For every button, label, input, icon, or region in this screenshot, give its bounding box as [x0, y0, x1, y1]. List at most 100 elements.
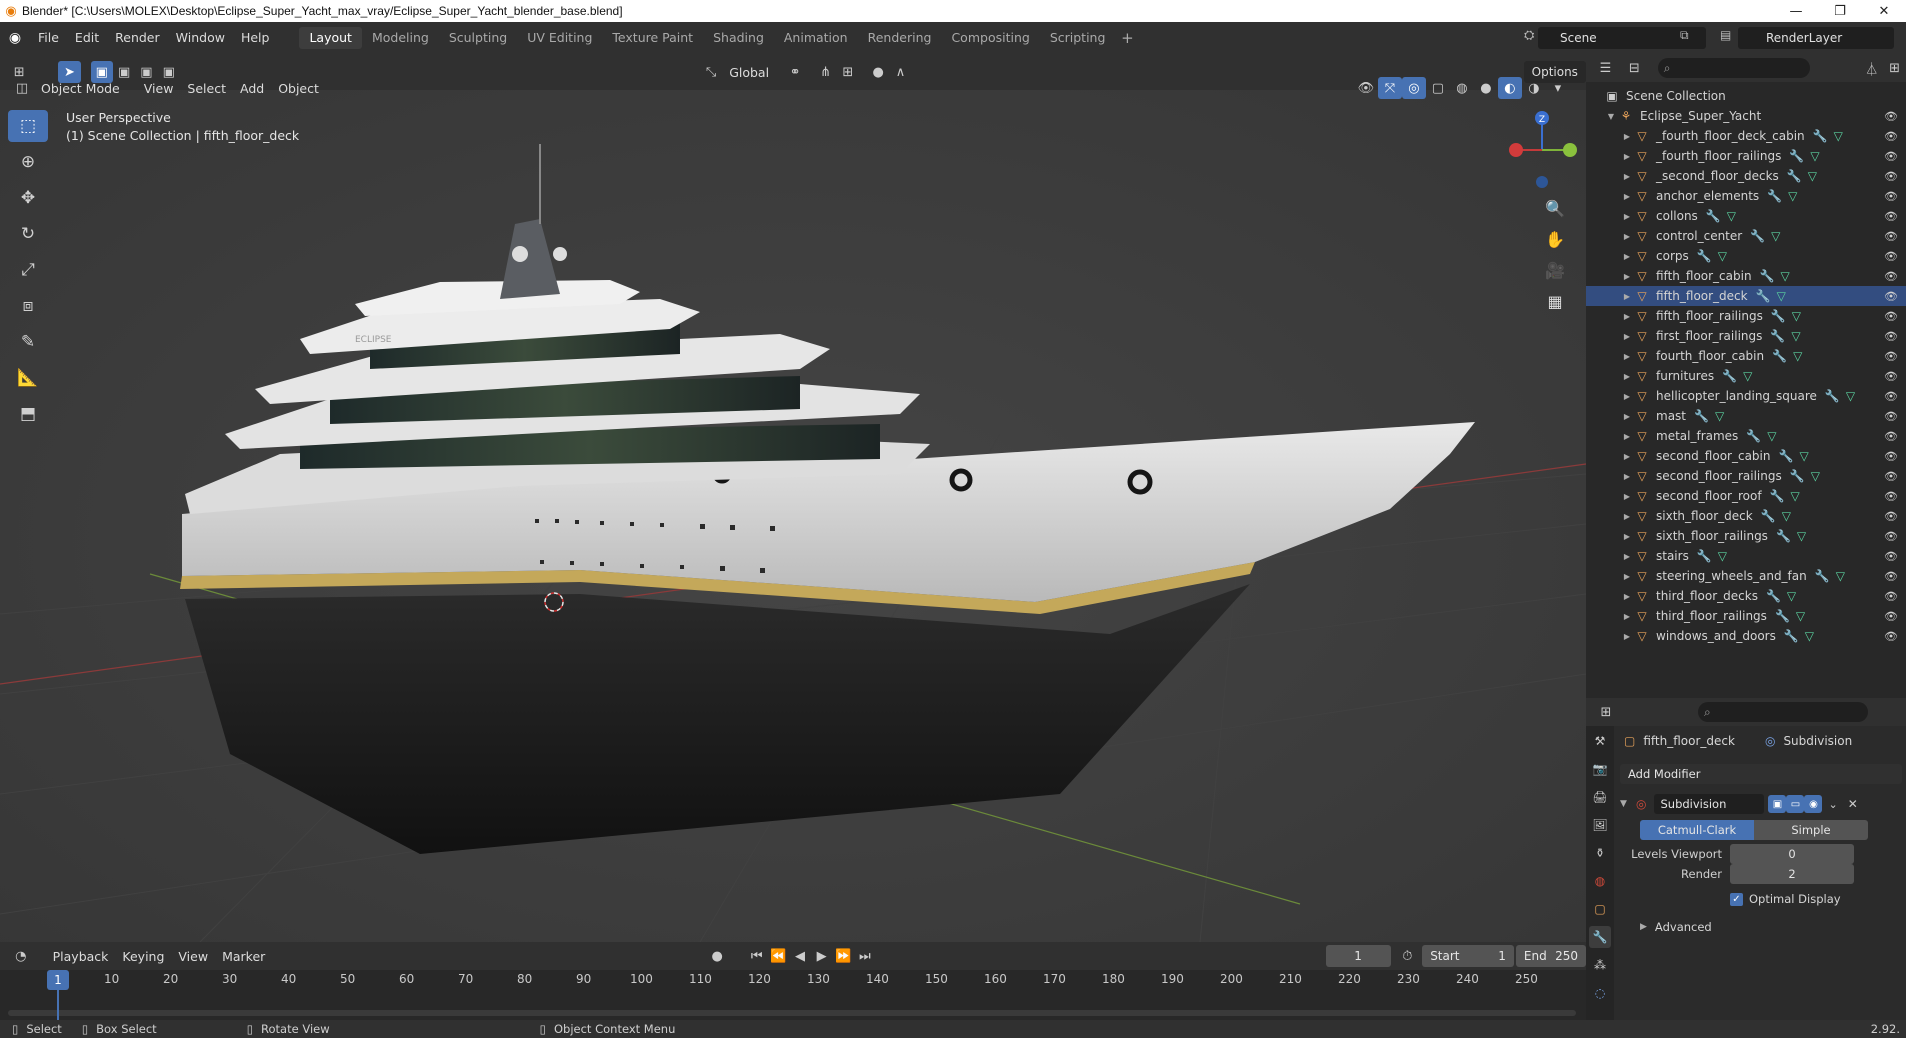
render-layer-selector[interactable]: RenderLayer — [1738, 27, 1894, 49]
edit-mode-toggle-icon[interactable]: ▣ — [1768, 795, 1787, 813]
collection-row[interactable]: ▼ ⚘ Eclipse_Super_Yacht 👁 — [1586, 106, 1906, 126]
end-frame-field[interactable]: End 250 — [1515, 945, 1586, 967]
scene-collection-row[interactable]: ▣ Scene Collection — [1586, 86, 1906, 106]
eye-icon[interactable]: 👁 — [1884, 230, 1898, 243]
mesh-data-icon[interactable]: ▽ — [1792, 309, 1801, 323]
eye-icon[interactable]: 👁 — [1884, 350, 1898, 363]
expand-arrow-icon[interactable]: ▶ — [1620, 592, 1634, 601]
playhead-frame-indicator[interactable]: 1 — [47, 970, 69, 990]
add-workspace-icon[interactable]: + — [1115, 29, 1139, 47]
expand-arrow-icon[interactable]: ▶ — [1620, 432, 1634, 441]
move-tool-icon[interactable]: ✥ — [8, 182, 48, 214]
modifier-wrench-icon[interactable]: 🔧 — [1760, 269, 1775, 283]
outliner-item[interactable]: ▶ ▽ second_floor_cabin 🔧 ▽ 👁 — [1586, 446, 1906, 466]
modifier-wrench-icon[interactable]: 🔧 — [1772, 349, 1787, 363]
outliner-item[interactable]: ▶ ▽ fifth_floor_railings 🔧 ▽ 👁 — [1586, 306, 1906, 326]
minimize-icon[interactable]: — — [1774, 0, 1818, 22]
play-icon[interactable]: ▶ — [811, 945, 833, 967]
outliner-item[interactable]: ▶ ▽ third_floor_railings 🔧 ▽ 👁 — [1586, 606, 1906, 626]
add-menu[interactable]: Add — [233, 77, 271, 99]
outliner-item[interactable]: ▶ ▽ _second_floor_decks 🔧 ▽ 👁 — [1586, 166, 1906, 186]
mesh-data-icon[interactable]: ▽ — [1805, 629, 1814, 643]
eye-icon[interactable]: 👁 — [1884, 190, 1898, 203]
mesh-data-icon[interactable]: ▽ — [1836, 569, 1845, 583]
pan-hand-icon[interactable]: ✋ — [1540, 225, 1570, 254]
jump-keyframe-back-icon[interactable]: ⏪ — [768, 945, 790, 967]
expand-arrow-icon[interactable]: ▶ — [1620, 472, 1634, 481]
outliner-item[interactable]: ▶ ▽ third_floor_decks 🔧 ▽ 👁 — [1586, 586, 1906, 606]
outliner-editor-icon[interactable]: ☰ — [1594, 57, 1617, 79]
eye-icon[interactable]: 👁 — [1884, 410, 1898, 423]
expand-arrow-icon[interactable]: ▶ — [1620, 512, 1634, 521]
modifier-wrench-icon[interactable]: 🔧 — [1778, 449, 1793, 463]
mesh-data-icon[interactable]: ▽ — [1788, 189, 1797, 203]
physics-tab-icon[interactable]: ◌ — [1589, 982, 1611, 1004]
outliner-search-input[interactable]: ⌕ — [1657, 58, 1811, 78]
outliner-item[interactable]: ▶ ▽ fifth_floor_cabin 🔧 ▽ 👁 — [1586, 266, 1906, 286]
modifier-wrench-icon[interactable]: 🔧 — [1770, 329, 1785, 343]
modifier-menu-icon[interactable]: ⌄ — [1828, 798, 1837, 811]
transform-tool-icon[interactable]: ⧈ — [8, 290, 48, 322]
shading-wireframe-icon[interactable]: ◍ — [1450, 77, 1474, 99]
object-menu[interactable]: Object — [271, 77, 326, 99]
mode-dropdown[interactable]: Object Mode — [34, 77, 127, 99]
optimal-display-checkbox[interactable]: ✓ — [1730, 892, 1743, 906]
modifier-wrench-icon[interactable]: 🔧 — [1775, 609, 1790, 623]
modifier-wrench-icon[interactable]: 🔧 — [1789, 149, 1804, 163]
cursor-tool-icon[interactable]: ⊕ — [8, 146, 48, 178]
modifier-wrench-icon[interactable]: 🔧 — [1761, 509, 1776, 523]
tab-uv-editing[interactable]: UV Editing — [517, 27, 602, 49]
xray-icon[interactable]: ▢ — [1426, 77, 1450, 99]
object-tab-icon[interactable]: ▢ — [1589, 898, 1611, 920]
view-menu[interactable]: View — [137, 77, 181, 99]
mesh-data-icon[interactable]: ▽ — [1797, 529, 1806, 543]
add-cube-tool-icon[interactable]: ⬒ — [8, 398, 48, 430]
mesh-data-icon[interactable]: ▽ — [1796, 609, 1805, 623]
modifier-wrench-icon[interactable]: 🔧 — [1784, 629, 1799, 643]
eye-icon[interactable]: 👁 — [1884, 550, 1898, 563]
outliner-item[interactable]: ▶ ▽ fifth_floor_deck 🔧 ▽ 👁 — [1586, 286, 1906, 306]
filter-icon[interactable]: ⏃ — [1860, 57, 1883, 79]
advanced-panel-row[interactable]: ▶ Advanced — [1640, 920, 1712, 934]
eye-icon[interactable]: 👁 — [1884, 490, 1898, 503]
mesh-data-icon[interactable]: ▽ — [1811, 469, 1820, 483]
eye-icon[interactable]: 👁 — [1884, 450, 1898, 463]
menu-render[interactable]: Render — [107, 27, 168, 49]
eye-icon[interactable]: 👁 — [1884, 130, 1898, 143]
expand-arrow-icon[interactable]: ▶ — [1620, 272, 1634, 281]
menu-help[interactable]: Help — [233, 27, 278, 49]
shading-solid-icon[interactable]: ● — [1474, 77, 1498, 99]
modifier-wrench-icon[interactable]: 🔧 — [1815, 569, 1830, 583]
add-modifier-dropdown[interactable]: Add Modifier — [1620, 764, 1902, 784]
advanced-expand-icon[interactable]: ▶ — [1640, 922, 1647, 932]
eye-icon[interactable]: 👁 — [1884, 570, 1898, 583]
outliner-item[interactable]: ▶ ▽ fourth_floor_cabin 🔧 ▽ 👁 — [1586, 346, 1906, 366]
close-icon[interactable]: ✕ — [1862, 0, 1906, 22]
view-layer-tab-icon[interactable]: 🖼 — [1589, 814, 1611, 836]
outliner-item[interactable]: ▶ ▽ control_center 🔧 ▽ 👁 — [1586, 226, 1906, 246]
modifier-wrench-icon[interactable]: 🔧 — [1790, 469, 1805, 483]
tool-tab-icon[interactable]: ⚒ — [1589, 730, 1611, 752]
eye-icon[interactable]: 👁 — [1884, 310, 1898, 323]
timeline-scrollbar[interactable] — [8, 1010, 1576, 1016]
modifier-remove-icon[interactable]: ✕ — [1848, 797, 1858, 811]
eye-icon[interactable]: 👁 — [1884, 150, 1898, 163]
eye-icon[interactable]: 👁 — [1884, 370, 1898, 383]
mesh-data-icon[interactable]: ▽ — [1718, 549, 1727, 563]
properties-search-input[interactable]: ⌕ — [1698, 702, 1868, 722]
tab-sculpting[interactable]: Sculpting — [439, 27, 517, 49]
expand-arrow-icon[interactable]: ▶ — [1620, 292, 1634, 301]
modifier-wrench-icon[interactable]: 🔧 — [1746, 429, 1761, 443]
mesh-data-icon[interactable]: ▽ — [1793, 349, 1802, 363]
modifier-wrench-icon[interactable]: 🔧 — [1750, 229, 1765, 243]
simple-button[interactable]: Simple — [1754, 820, 1868, 840]
tab-scripting[interactable]: Scripting — [1040, 27, 1116, 49]
tab-compositing[interactable]: Compositing — [941, 27, 1039, 49]
rotate-tool-icon[interactable]: ↻ — [8, 218, 48, 250]
world-tab-icon[interactable]: ◍ — [1589, 870, 1611, 892]
expand-arrow-icon[interactable]: ▶ — [1620, 572, 1634, 581]
render-tab-icon[interactable]: 📷 — [1589, 758, 1611, 780]
scene-copy-icon[interactable]: ⧉ — [1680, 28, 1689, 43]
output-tab-icon[interactable]: 🖨 — [1589, 786, 1611, 808]
tab-rendering[interactable]: Rendering — [858, 27, 942, 49]
